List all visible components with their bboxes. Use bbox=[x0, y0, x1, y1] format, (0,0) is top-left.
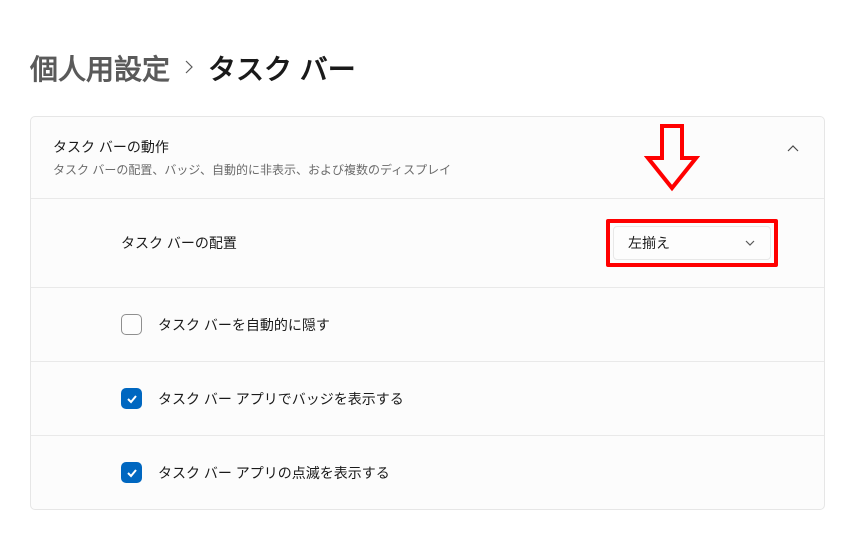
breadcrumb-current: タスク バー bbox=[208, 48, 356, 88]
taskbar-alignment-row: タスク バーの配置 左揃え bbox=[31, 198, 824, 287]
show-flashing-label: タスク バー アプリの点滅を表示する bbox=[158, 463, 390, 483]
auto-hide-row: タスク バーを自動的に隠す bbox=[31, 287, 824, 361]
alignment-dropdown[interactable]: 左揃え bbox=[613, 226, 771, 260]
show-flashing-row: タスク バー アプリの点滅を表示する bbox=[31, 435, 824, 509]
panel-subtitle: タスク バーの配置、バッジ、自動的に非表示、および複数のディスプレイ bbox=[53, 161, 451, 178]
panel-header-text: タスク バーの動作 タスク バーの配置、バッジ、自動的に非表示、および複数のディ… bbox=[53, 137, 451, 178]
panel-header[interactable]: タスク バーの動作 タスク バーの配置、バッジ、自動的に非表示、および複数のディ… bbox=[31, 117, 824, 198]
checkmark-icon bbox=[125, 466, 139, 480]
breadcrumb-parent[interactable]: 個人用設定 bbox=[30, 48, 170, 88]
panel-title: タスク バーの動作 bbox=[53, 137, 451, 157]
taskbar-behaviors-panel: タスク バーの動作 タスク バーの配置、バッジ、自動的に非表示、および複数のディ… bbox=[30, 116, 825, 510]
checkmark-icon bbox=[125, 392, 139, 406]
chevron-up-icon bbox=[786, 141, 800, 159]
breadcrumb: 個人用設定 タスク バー bbox=[0, 0, 855, 116]
chevron-right-icon bbox=[184, 55, 194, 81]
show-badges-row: タスク バー アプリでバッジを表示する bbox=[31, 361, 824, 435]
annotation-highlight-box: 左揃え bbox=[606, 219, 778, 267]
auto-hide-checkbox[interactable] bbox=[121, 314, 142, 335]
show-badges-label: タスク バー アプリでバッジを表示する bbox=[158, 389, 404, 409]
auto-hide-label: タスク バーを自動的に隠す bbox=[158, 315, 330, 335]
chevron-down-icon bbox=[744, 234, 756, 252]
show-badges-checkbox[interactable] bbox=[121, 388, 142, 409]
alignment-dropdown-value: 左揃え bbox=[628, 233, 670, 253]
show-flashing-checkbox[interactable] bbox=[121, 462, 142, 483]
alignment-label: タスク バーの配置 bbox=[121, 233, 237, 253]
